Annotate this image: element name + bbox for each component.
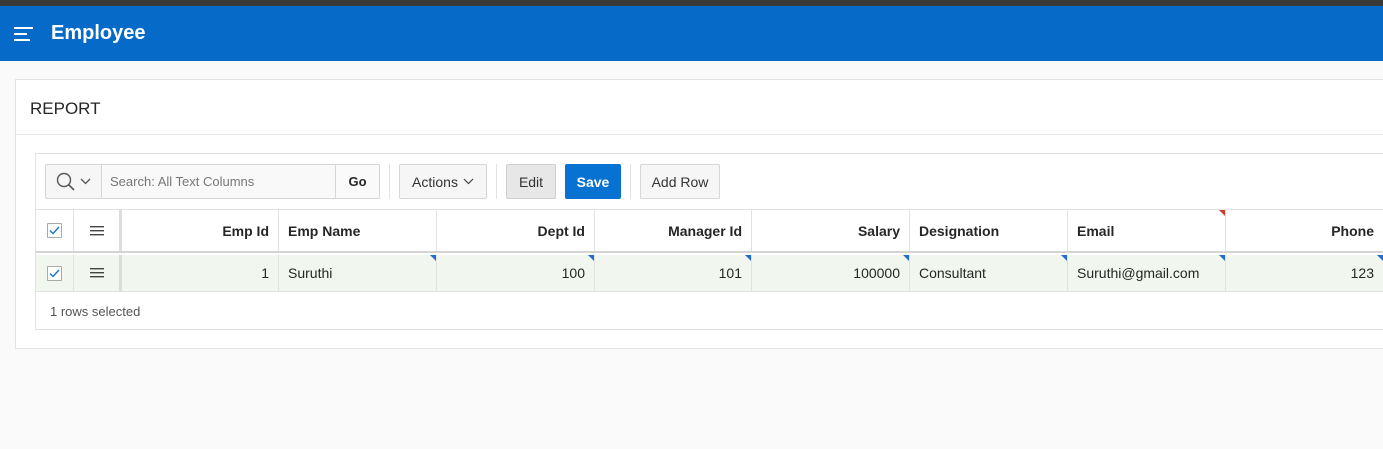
app-header: Employee — [0, 6, 1383, 61]
grid-footer: 1 rows selected — [36, 292, 1383, 330]
row-menu-icon — [89, 268, 104, 278]
go-button[interactable]: Go — [336, 164, 380, 199]
row-select-cell[interactable] — [36, 255, 74, 291]
column-header-label: Manager Id — [668, 222, 742, 239]
search-group: Go — [45, 164, 380, 199]
cell-email[interactable]: Suruthi@gmail.com — [1068, 255, 1226, 291]
column-header-salary[interactable]: Salary — [752, 210, 910, 251]
interactive-grid: Go Actions Edit Save Add Row — [35, 153, 1383, 330]
cell-manager-id[interactable]: 101 — [595, 255, 752, 291]
cell-value: Suruthi@gmail.com — [1077, 265, 1200, 281]
column-header-label: Email — [1077, 222, 1115, 239]
cell-salary[interactable]: 100000 — [752, 255, 910, 291]
cell-value: Consultant — [919, 265, 986, 281]
search-input[interactable] — [101, 164, 336, 199]
search-icon — [56, 172, 75, 191]
region-title: REPORT — [30, 99, 101, 118]
cell-designation[interactable]: Consultant — [910, 255, 1068, 291]
actions-label: Actions — [412, 173, 458, 190]
column-header-label: Emp Name — [288, 222, 361, 239]
grid-toolbar: Go Actions Edit Save Add Row — [36, 154, 1383, 209]
column-header-label: Designation — [919, 222, 1000, 239]
changed-cell-marker — [430, 255, 436, 261]
cell-value: Suruthi — [288, 265, 333, 281]
column-header-email[interactable]: Email — [1068, 210, 1226, 251]
actions-menu-button[interactable]: Actions — [399, 164, 487, 199]
column-header-dept-id[interactable]: Dept Id — [437, 210, 595, 251]
cell-value: 100000 — [853, 265, 900, 281]
cell-value: 1 — [261, 265, 269, 281]
row-select-checkbox[interactable] — [47, 265, 62, 281]
select-all-cell[interactable] — [36, 210, 74, 251]
region-divider — [16, 134, 1383, 135]
navigation-menu-button[interactable] — [0, 6, 48, 61]
cell-value: 100 — [561, 265, 585, 281]
toolbar-separator — [389, 164, 390, 199]
changed-cell-marker — [1061, 255, 1067, 261]
report-region: REPORT Go Actions — [15, 79, 1383, 349]
column-header-label: Emp Id — [222, 222, 269, 239]
changed-cell-marker — [588, 255, 594, 261]
row-actions-button[interactable] — [74, 255, 122, 291]
row-menu-icon — [89, 225, 104, 235]
column-header-manager-id[interactable]: Manager Id — [595, 210, 752, 251]
changed-cell-marker — [903, 255, 909, 261]
column-header-label: Dept Id — [537, 222, 585, 239]
hamburger-menu-icon — [14, 26, 33, 41]
changed-cell-marker — [1219, 255, 1225, 261]
cell-emp-id[interactable]: 1 — [122, 255, 279, 291]
checkmark-icon — [49, 269, 60, 278]
grid-header-row: Emp Id Emp Name Dept Id Manager Id Salar… — [36, 209, 1383, 253]
row-actions-header — [74, 210, 122, 251]
column-header-label: Phone — [1331, 222, 1374, 239]
cell-dept-id[interactable]: 100 — [437, 255, 595, 291]
save-button[interactable]: Save — [565, 164, 621, 199]
search-column-selector[interactable] — [45, 164, 101, 199]
chevron-down-icon — [80, 178, 91, 185]
toolbar-separator — [496, 164, 497, 199]
checkmark-icon — [49, 226, 60, 235]
changed-cell-marker — [745, 255, 751, 261]
column-header-designation[interactable]: Designation — [910, 210, 1068, 251]
chevron-down-icon — [463, 178, 474, 185]
select-all-checkbox[interactable] — [47, 223, 62, 238]
cell-value: 123 — [1350, 265, 1374, 281]
column-header-emp-name[interactable]: Emp Name — [279, 210, 437, 251]
table-row[interactable]: 1 Suruthi 100 101 100000 Consultant Suru… — [36, 255, 1383, 292]
cell-emp-name[interactable]: Suruthi — [279, 255, 437, 291]
changed-cell-marker — [1377, 255, 1383, 261]
cell-value: 101 — [718, 265, 742, 281]
add-row-button[interactable]: Add Row — [640, 164, 720, 199]
page-title: Employee — [51, 22, 146, 44]
cell-phone[interactable]: 123 — [1226, 255, 1383, 291]
column-header-emp-id[interactable]: Emp Id — [122, 210, 279, 251]
validation-error-marker — [1219, 210, 1225, 216]
column-header-phone[interactable]: Phone — [1226, 210, 1383, 251]
column-header-label: Salary — [857, 222, 900, 239]
toolbar-separator — [630, 164, 631, 199]
edit-button[interactable]: Edit — [506, 164, 556, 199]
selection-count-text: 1 rows selected — [50, 303, 141, 319]
